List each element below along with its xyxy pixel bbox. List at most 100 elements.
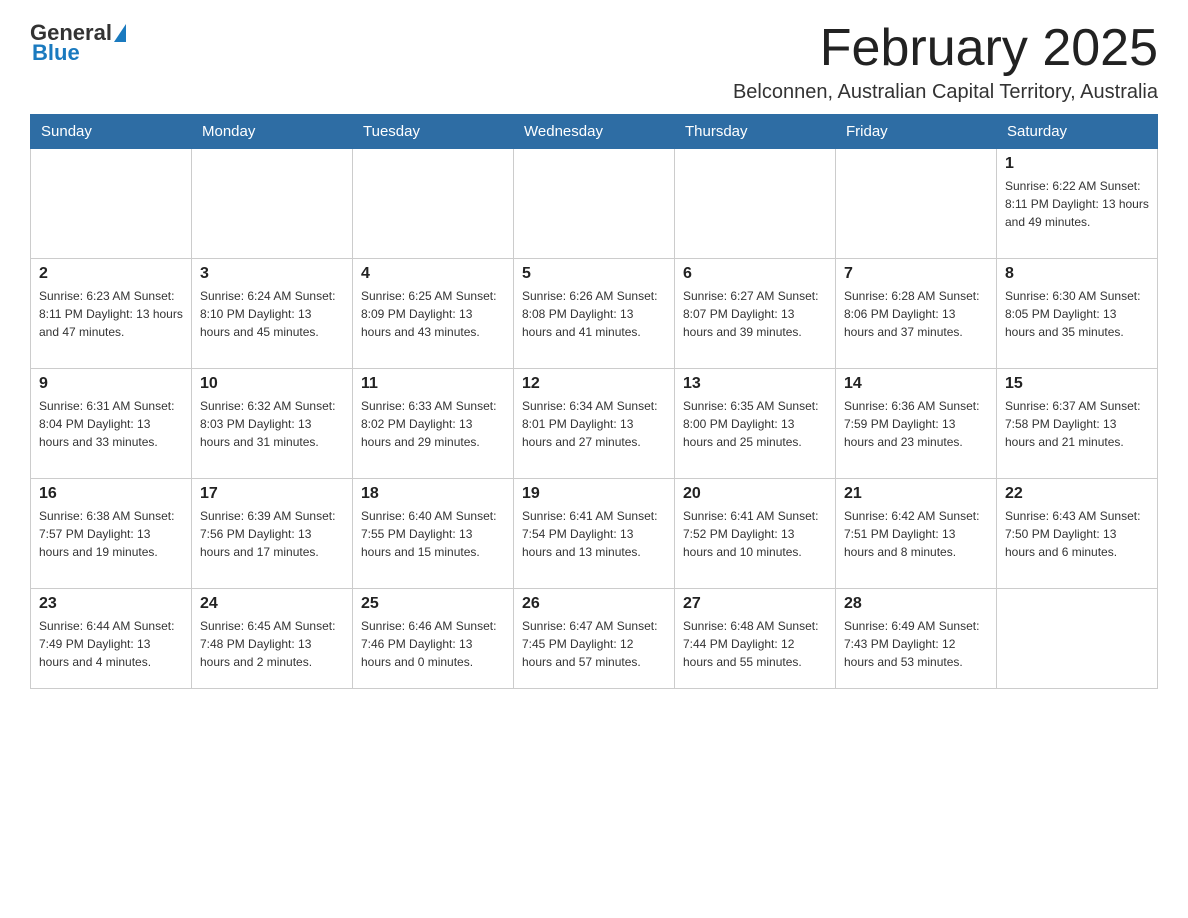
week-row-4: 16 Sunrise: 6:38 AM Sunset: 7:57 PM Dayli… [31,479,1158,589]
logo-triangle-icon [114,24,126,42]
calendar-cell: 13 Sunrise: 6:35 AM Sunset: 8:00 PM Dayli… [675,369,836,479]
calendar-cell: 7Sunrise: 6:28 AM Sunset: 8:06 PM Daylig… [836,259,997,369]
header-monday: Monday [192,115,353,149]
day-info: Sunrise: 6:28 AM Sunset: 8:06 PM Dayligh… [844,287,988,341]
day-number: 23 [39,595,183,613]
day-info: Sunrise: 6:34 AM Sunset: 8:01 PM Dayligh… [522,397,666,451]
week-row-2: 2 Sunrise: 6:23 AM Sunset: 8:11 PM Daylig… [31,259,1158,369]
day-number: 19 [522,485,666,503]
day-number: 3 [200,265,344,283]
calendar-cell [353,149,514,259]
calendar-subtitle: Belconnen, Australian Capital Territory,… [733,81,1158,104]
day-number: 11 [361,375,505,393]
day-number: 6 [683,265,827,283]
day-info: Sunrise: 6:31 AM Sunset: 8:04 PM Dayligh… [39,397,183,451]
day-number: 18 [361,485,505,503]
title-block: February 2025 Belconnen, Australian Capi… [733,20,1158,104]
calendar-cell: 6 Sunrise: 6:27 AM Sunset: 8:07 PM Daylig… [675,259,836,369]
day-info: Sunrise: 6:33 AM Sunset: 8:02 PM Dayligh… [361,397,505,451]
calendar-cell [997,589,1158,689]
calendar-cell: 26Sunrise: 6:47 AM Sunset: 7:45 PM Dayli… [514,589,675,689]
calendar-cell [192,149,353,259]
calendar-cell: 20 Sunrise: 6:41 AM Sunset: 7:52 PM Dayli… [675,479,836,589]
day-number: 1 [1005,155,1149,173]
header-sunday: Sunday [31,115,192,149]
day-info: Sunrise: 6:48 AM Sunset: 7:44 PM Dayligh… [683,617,827,671]
day-number: 21 [844,485,988,503]
calendar-cell: 25 Sunrise: 6:46 AM Sunset: 7:46 PM Dayli… [353,589,514,689]
day-number: 27 [683,595,827,613]
logo-blue-text: Blue [32,40,80,65]
calendar-cell [675,149,836,259]
day-number: 16 [39,485,183,503]
day-info: Sunrise: 6:40 AM Sunset: 7:55 PM Dayligh… [361,507,505,561]
calendar-cell [836,149,997,259]
logo: General Blue [30,20,128,66]
day-info: Sunrise: 6:38 AM Sunset: 7:57 PM Dayligh… [39,507,183,561]
day-number: 26 [522,595,666,613]
calendar-cell: 9 Sunrise: 6:31 AM Sunset: 8:04 PM Daylig… [31,369,192,479]
calendar-cell: 12 Sunrise: 6:34 AM Sunset: 8:01 PM Dayli… [514,369,675,479]
day-number: 12 [522,375,666,393]
day-number: 17 [200,485,344,503]
day-info: Sunrise: 6:41 AM Sunset: 7:54 PM Dayligh… [522,507,666,561]
calendar-cell [31,149,192,259]
calendar-cell: 19 Sunrise: 6:41 AM Sunset: 7:54 PM Dayli… [514,479,675,589]
calendar-header-row: SundayMondayTuesdayWednesdayThursdayFrid… [31,115,1158,149]
day-info: Sunrise: 6:32 AM Sunset: 8:03 PM Dayligh… [200,397,344,451]
day-number: 15 [1005,375,1149,393]
day-number: 20 [683,485,827,503]
day-info: Sunrise: 6:41 AM Sunset: 7:52 PM Dayligh… [683,507,827,561]
day-number: 13 [683,375,827,393]
day-info: Sunrise: 6:27 AM Sunset: 8:07 PM Dayligh… [683,287,827,341]
calendar-cell: 21 Sunrise: 6:42 AM Sunset: 7:51 PM Dayli… [836,479,997,589]
day-info: Sunrise: 6:37 AM Sunset: 7:58 PM Dayligh… [1005,397,1149,451]
calendar-cell: 8Sunrise: 6:30 AM Sunset: 8:05 PM Daylig… [997,259,1158,369]
week-row-5: 23 Sunrise: 6:44 AM Sunset: 7:49 PM Dayli… [31,589,1158,689]
calendar-cell: 2 Sunrise: 6:23 AM Sunset: 8:11 PM Daylig… [31,259,192,369]
header-saturday: Saturday [997,115,1158,149]
calendar-cell: 10 Sunrise: 6:32 AM Sunset: 8:03 PM Dayli… [192,369,353,479]
day-info: Sunrise: 6:25 AM Sunset: 8:09 PM Dayligh… [361,287,505,341]
calendar-cell: 11 Sunrise: 6:33 AM Sunset: 8:02 PM Dayli… [353,369,514,479]
calendar-cell: 17Sunrise: 6:39 AM Sunset: 7:56 PM Dayli… [192,479,353,589]
day-number: 2 [39,265,183,283]
day-number: 5 [522,265,666,283]
calendar-cell: 4 Sunrise: 6:25 AM Sunset: 8:09 PM Daylig… [353,259,514,369]
calendar-cell: 5 Sunrise: 6:26 AM Sunset: 8:08 PM Daylig… [514,259,675,369]
calendar-cell: 24 Sunrise: 6:45 AM Sunset: 7:48 PM Dayli… [192,589,353,689]
calendar-cell: 23 Sunrise: 6:44 AM Sunset: 7:49 PM Dayli… [31,589,192,689]
header-tuesday: Tuesday [353,115,514,149]
day-info: Sunrise: 6:42 AM Sunset: 7:51 PM Dayligh… [844,507,988,561]
calendar-table: SundayMondayTuesdayWednesdayThursdayFrid… [30,114,1158,689]
calendar-cell: 14 Sunrise: 6:36 AM Sunset: 7:59 PM Dayli… [836,369,997,479]
day-number: 9 [39,375,183,393]
day-info: Sunrise: 6:26 AM Sunset: 8:08 PM Dayligh… [522,287,666,341]
page-header: General Blue February 2025 Belconnen, Au… [30,20,1158,104]
week-row-3: 9 Sunrise: 6:31 AM Sunset: 8:04 PM Daylig… [31,369,1158,479]
day-info: Sunrise: 6:45 AM Sunset: 7:48 PM Dayligh… [200,617,344,671]
day-number: 14 [844,375,988,393]
week-row-1: 1 Sunrise: 6:22 AM Sunset: 8:11 PM Daylig… [31,149,1158,259]
header-thursday: Thursday [675,115,836,149]
day-info: Sunrise: 6:46 AM Sunset: 7:46 PM Dayligh… [361,617,505,671]
day-number: 10 [200,375,344,393]
day-info: Sunrise: 6:44 AM Sunset: 7:49 PM Dayligh… [39,617,183,671]
day-number: 28 [844,595,988,613]
day-info: Sunrise: 6:35 AM Sunset: 8:00 PM Dayligh… [683,397,827,451]
day-info: Sunrise: 6:23 AM Sunset: 8:11 PM Dayligh… [39,287,183,341]
day-info: Sunrise: 6:22 AM Sunset: 8:11 PM Dayligh… [1005,177,1149,231]
day-number: 24 [200,595,344,613]
day-number: 22 [1005,485,1149,503]
calendar-title: February 2025 [733,20,1158,77]
calendar-cell [514,149,675,259]
header-friday: Friday [836,115,997,149]
calendar-cell: 16 Sunrise: 6:38 AM Sunset: 7:57 PM Dayli… [31,479,192,589]
day-number: 25 [361,595,505,613]
calendar-cell: 22Sunrise: 6:43 AM Sunset: 7:50 PM Dayli… [997,479,1158,589]
day-info: Sunrise: 6:24 AM Sunset: 8:10 PM Dayligh… [200,287,344,341]
day-number: 4 [361,265,505,283]
day-info: Sunrise: 6:36 AM Sunset: 7:59 PM Dayligh… [844,397,988,451]
calendar-cell: 18 Sunrise: 6:40 AM Sunset: 7:55 PM Dayli… [353,479,514,589]
day-number: 8 [1005,265,1149,283]
